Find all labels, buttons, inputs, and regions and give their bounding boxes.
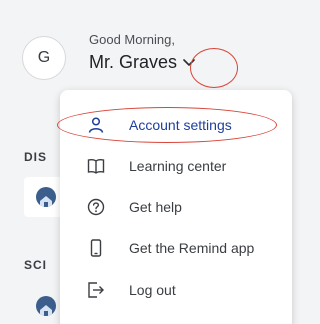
account-dropdown-menu: Account settings Learning center Get hel…: [60, 90, 292, 324]
menu-item-learning-center[interactable]: Learning center: [60, 146, 292, 186]
menu-item-get-help[interactable]: Get help: [60, 187, 292, 227]
menu-item-label: Account settings: [129, 117, 232, 133]
school-icon: [36, 187, 56, 207]
user-name: Mr. Graves: [89, 52, 178, 72]
greeting-text: Good Morning,: [89, 32, 175, 47]
menu-item-account-settings[interactable]: Account settings: [60, 105, 292, 145]
districts-section-label: DIS: [24, 150, 48, 164]
school-icon: [36, 296, 56, 316]
phone-icon: [86, 238, 106, 258]
book-icon: [86, 156, 106, 176]
annotation-circle: [190, 48, 238, 88]
help-icon: [86, 197, 106, 217]
avatar-initial: G: [37, 49, 51, 66]
logout-icon: [86, 280, 106, 300]
user-menu-toggle[interactable]: Mr. Graves: [89, 52, 197, 73]
menu-item-get-the-remind-app[interactable]: Get the Remind app: [60, 228, 292, 268]
menu-item-label: Get the Remind app: [129, 240, 255, 256]
menu-item-label: Log out: [129, 282, 176, 298]
person-icon: [86, 115, 106, 135]
chevron-down-icon[interactable]: [181, 55, 197, 71]
schools-section-label: SCI: [24, 258, 48, 272]
menu-item-label: Get help: [129, 199, 182, 215]
menu-item-label: Learning center: [129, 158, 227, 174]
avatar[interactable]: G: [22, 36, 66, 80]
menu-item-log-out[interactable]: Log out: [60, 270, 292, 310]
